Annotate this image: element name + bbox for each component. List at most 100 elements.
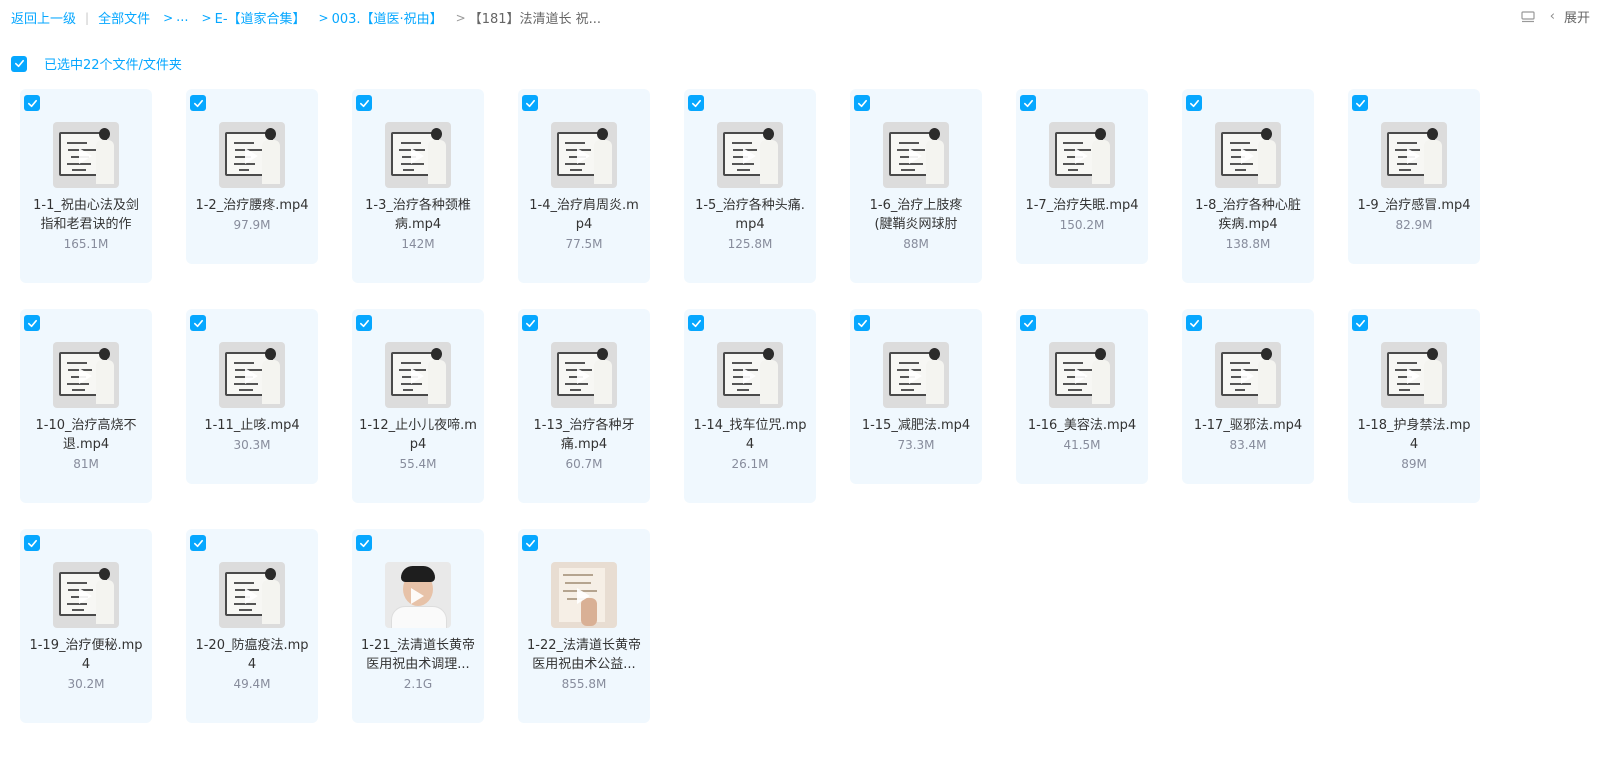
video-thumbnail[interactable]: [1215, 122, 1281, 188]
video-thumbnail[interactable]: [551, 562, 617, 628]
file-card[interactable]: 1-11_止咳.mp4 30.3M: [186, 309, 318, 484]
file-checkbox[interactable]: [1020, 95, 1036, 111]
expand-button[interactable]: ‹ 展开: [1550, 7, 1590, 26]
file-checkbox[interactable]: [854, 315, 870, 331]
file-name[interactable]: 1-22_法清道长黄帝 医用祝由术公益...: [522, 636, 646, 674]
back-link[interactable]: 返回上一级: [11, 8, 76, 27]
file-name[interactable]: 1-17_驱邪法.mp4: [1186, 416, 1310, 435]
file-checkbox[interactable]: [190, 535, 206, 551]
video-thumbnail[interactable]: [53, 342, 119, 408]
video-thumbnail[interactable]: [219, 562, 285, 628]
breadcrumb-level1[interactable]: E-【道家合集】: [215, 8, 306, 27]
file-name[interactable]: 1-11_止咳.mp4: [190, 416, 314, 435]
file-checkbox[interactable]: [356, 535, 372, 551]
file-checkbox[interactable]: [522, 535, 538, 551]
video-thumbnail[interactable]: [385, 562, 451, 628]
file-name[interactable]: 1-12_止小儿夜啼.m p4: [356, 416, 480, 454]
file-card[interactable]: 1-2_治疗腰疼.mp4 97.9M: [186, 89, 318, 264]
file-name[interactable]: 1-21_法清道长黄帝 医用祝由术调理...: [356, 636, 480, 674]
video-thumbnail[interactable]: [883, 342, 949, 408]
file-checkbox[interactable]: [688, 315, 704, 331]
file-name[interactable]: 1-20_防瘟疫法.mp 4: [190, 636, 314, 674]
file-checkbox[interactable]: [356, 95, 372, 111]
file-checkbox[interactable]: [1186, 95, 1202, 111]
select-all-checkbox[interactable]: [11, 55, 27, 72]
file-name[interactable]: 1-8_治疗各种心脏 疾病.mp4: [1186, 196, 1310, 234]
file-card[interactable]: 1-12_止小儿夜啼.m p4 55.4M: [352, 309, 484, 503]
video-thumbnail[interactable]: [219, 342, 285, 408]
file-checkbox[interactable]: [24, 95, 40, 111]
file-checkbox[interactable]: [190, 315, 206, 331]
file-card[interactable]: 1-3_治疗各种颈椎 病.mp4 142M: [352, 89, 484, 283]
file-name[interactable]: 1-19_治疗便秘.mp 4: [24, 636, 148, 674]
file-checkbox[interactable]: [854, 95, 870, 111]
file-checkbox[interactable]: [24, 535, 40, 551]
file-card[interactable]: 1-8_治疗各种心脏 疾病.mp4 138.8M: [1182, 89, 1314, 283]
file-card[interactable]: 1-21_法清道长黄帝 医用祝由术调理... 2.1G: [352, 529, 484, 723]
file-name[interactable]: 1-1_祝由心法及剑 指和老君诀的作: [24, 196, 148, 234]
file-card[interactable]: 1-10_治疗高烧不 退.mp4 81M: [20, 309, 152, 503]
file-card[interactable]: 1-1_祝由心法及剑 指和老君诀的作 165.1M: [20, 89, 152, 283]
file-name[interactable]: 1-9_治疗感冒.mp4: [1352, 196, 1476, 215]
file-card[interactable]: 1-7_治疗失眠.mp4 150.2M: [1016, 89, 1148, 264]
file-name-line: 1-4_治疗肩周炎.m: [529, 198, 639, 213]
file-card[interactable]: 1-15_减肥法.mp4 73.3M: [850, 309, 982, 484]
video-thumbnail[interactable]: [1381, 122, 1447, 188]
video-thumbnail[interactable]: [219, 122, 285, 188]
file-checkbox[interactable]: [1352, 95, 1368, 111]
file-name[interactable]: 1-6_治疗上肢疼 (腱鞘炎网球肘: [854, 196, 978, 234]
file-name[interactable]: 1-14_找车位咒.mp 4: [688, 416, 812, 454]
video-thumbnail[interactable]: [1049, 342, 1115, 408]
file-card[interactable]: 1-19_治疗便秘.mp 4 30.2M: [20, 529, 152, 723]
file-name[interactable]: 1-18_护身禁法.mp 4: [1352, 416, 1476, 454]
file-name[interactable]: 1-13_治疗各种牙 痛.mp4: [522, 416, 646, 454]
video-thumbnail[interactable]: [385, 122, 451, 188]
file-card[interactable]: 1-6_治疗上肢疼 (腱鞘炎网球肘 88M: [850, 89, 982, 283]
file-name[interactable]: 1-5_治疗各种头痛. mp4: [688, 196, 812, 234]
video-thumbnail[interactable]: [385, 342, 451, 408]
video-thumbnail[interactable]: [551, 122, 617, 188]
file-checkbox[interactable]: [522, 95, 538, 111]
file-checkbox[interactable]: [1352, 315, 1368, 331]
video-thumbnail[interactable]: [883, 122, 949, 188]
file-checkbox[interactable]: [356, 315, 372, 331]
video-thumbnail[interactable]: [717, 122, 783, 188]
file-card[interactable]: 1-17_驱邪法.mp4 83.4M: [1182, 309, 1314, 484]
file-card[interactable]: 1-5_治疗各种头痛. mp4 125.8M: [684, 89, 816, 283]
file-name[interactable]: 1-7_治疗失眠.mp4: [1020, 196, 1144, 215]
file-card[interactable]: 1-20_防瘟疫法.mp 4 49.4M: [186, 529, 318, 723]
file-name[interactable]: 1-3_治疗各种颈椎 病.mp4: [356, 196, 480, 234]
file-name[interactable]: 1-4_治疗肩周炎.m p4: [522, 196, 646, 234]
breadcrumb-level2[interactable]: 003.【道医·祝由】: [332, 8, 443, 27]
file-name-line: 退.mp4: [62, 437, 110, 452]
file-checkbox[interactable]: [688, 95, 704, 111]
video-thumbnail[interactable]: [53, 562, 119, 628]
video-thumbnail[interactable]: [1381, 342, 1447, 408]
video-thumbnail[interactable]: [717, 342, 783, 408]
file-checkbox[interactable]: [190, 95, 206, 111]
file-name[interactable]: 1-10_治疗高烧不 退.mp4: [24, 416, 148, 454]
file-checkbox[interactable]: [1186, 315, 1202, 331]
file-checkbox[interactable]: [1020, 315, 1036, 331]
play-icon: [79, 368, 92, 384]
file-card[interactable]: 1-16_美容法.mp4 41.5M: [1016, 309, 1148, 484]
file-card[interactable]: 1-14_找车位咒.mp 4 26.1M: [684, 309, 816, 503]
file-checkbox[interactable]: [522, 315, 538, 331]
file-name-line: 1-8_治疗各种心脏: [1195, 198, 1301, 213]
file-card[interactable]: 1-4_治疗肩周炎.m p4 77.5M: [518, 89, 650, 283]
file-card[interactable]: 1-22_法清道长黄帝 医用祝由术公益... 855.8M: [518, 529, 650, 723]
video-thumbnail[interactable]: [1215, 342, 1281, 408]
video-thumbnail[interactable]: [53, 122, 119, 188]
file-name[interactable]: 1-15_减肥法.mp4: [854, 416, 978, 435]
file-name[interactable]: 1-2_治疗腰疼.mp4: [190, 196, 314, 215]
breadcrumb-all-files[interactable]: 全部文件: [98, 8, 150, 27]
breadcrumb-ellipsis[interactable]: ...: [176, 10, 188, 25]
file-card[interactable]: 1-13_治疗各种牙 痛.mp4 60.7M: [518, 309, 650, 503]
video-thumbnail[interactable]: [551, 342, 617, 408]
file-checkbox[interactable]: [24, 315, 40, 331]
file-card[interactable]: 1-18_护身禁法.mp 4 89M: [1348, 309, 1480, 503]
file-card[interactable]: 1-9_治疗感冒.mp4 82.9M: [1348, 89, 1480, 264]
video-thumbnail[interactable]: [1049, 122, 1115, 188]
file-name[interactable]: 1-16_美容法.mp4: [1020, 416, 1144, 435]
list-view-icon[interactable]: [1520, 9, 1536, 25]
